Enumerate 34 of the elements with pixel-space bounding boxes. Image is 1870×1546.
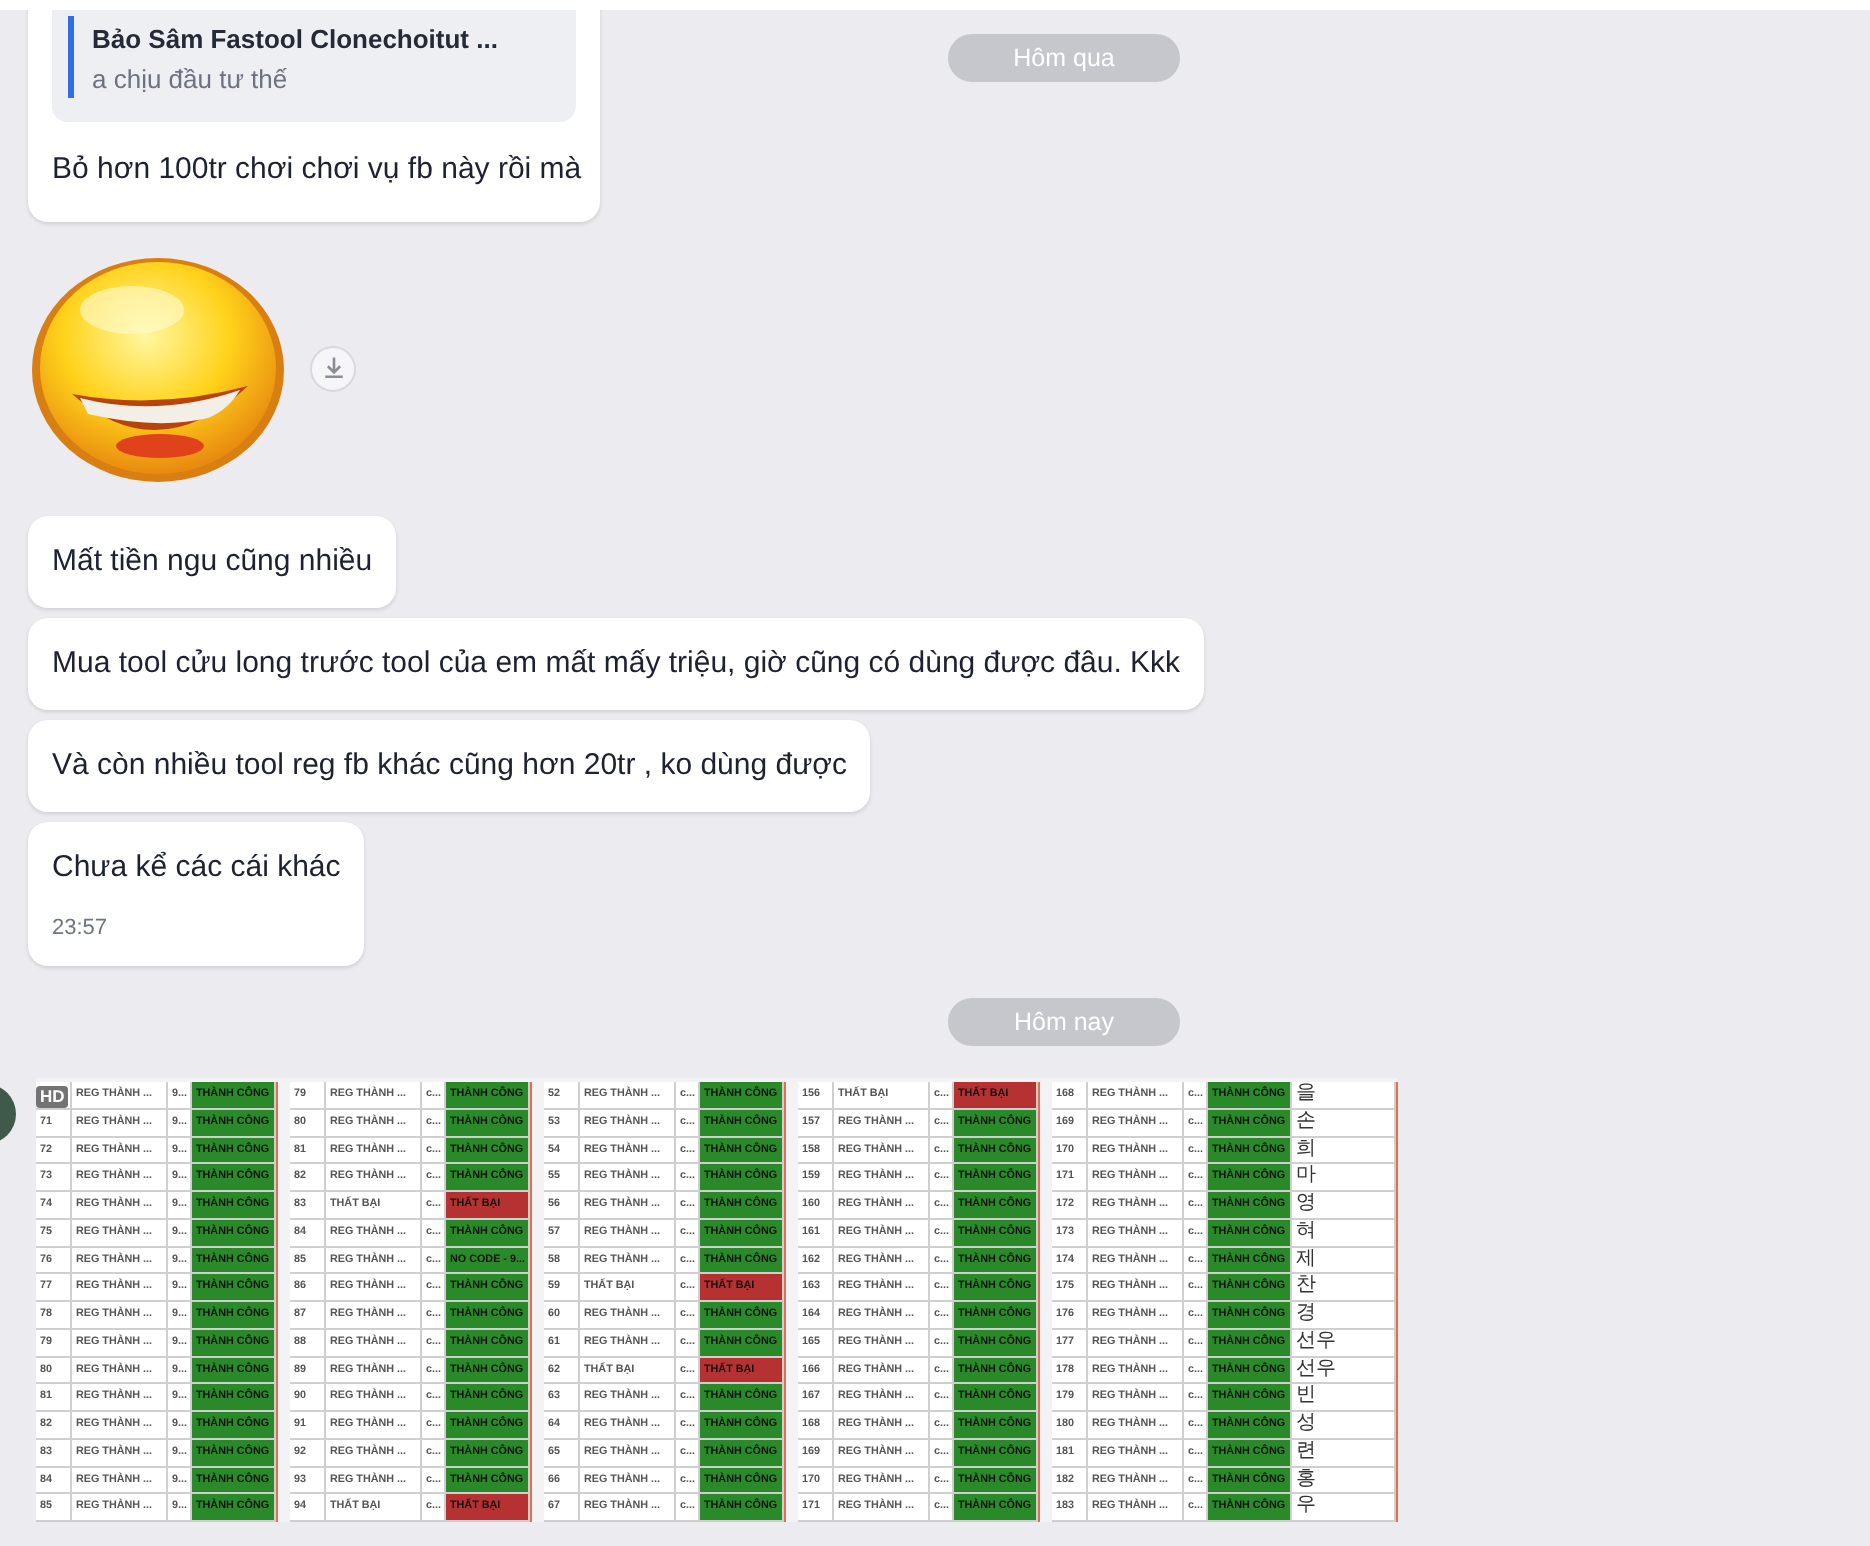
image-thumbnail[interactable] (36, 1082, 278, 1522)
quoted-reply[interactable]: Bảo Sâm Fastool Clonechoitut ... a chịu đầu tư thế (52, 10, 576, 122)
download-button[interactable] (310, 345, 356, 391)
image-thumbnail[interactable] (798, 1082, 1040, 1522)
date-separator: Hôm nay (948, 998, 1180, 1046)
image-thumbnail[interactable] (544, 1082, 786, 1522)
table-cell: 경 (1292, 1302, 1396, 1328)
table-cell: 찬 (1292, 1274, 1396, 1300)
table-cell: 손 (1292, 1109, 1396, 1135)
table-cell: 영 (1292, 1192, 1396, 1218)
table-cell: 선우 (1292, 1329, 1396, 1355)
quote-author: Bảo Sâm Fastool Clonechoitut ... (68, 16, 556, 54)
table-cell: 을 (1292, 1082, 1396, 1108)
table-cell: 빈 (1292, 1384, 1396, 1410)
message-text: Mất tiền ngu cũng nhiều (52, 542, 373, 582)
message-time: 23:57 (52, 916, 110, 940)
download-icon (319, 354, 347, 382)
table-cell: 마 (1292, 1164, 1396, 1190)
table-cell: 제 (1292, 1247, 1396, 1273)
table-cell: 성 (1292, 1412, 1396, 1438)
table-cell: 선우 (1292, 1357, 1396, 1383)
table-cell: 련 (1292, 1439, 1396, 1465)
message-text: Và còn nhiều tool reg fb khác cũng hơn 20tr , ko dùng được (52, 746, 847, 786)
table-cell: 홍 (1292, 1467, 1396, 1493)
message-text: Chưa kể các cái khác (52, 848, 341, 888)
table-cell: 우 (1292, 1494, 1396, 1520)
image-thumbnail[interactable] (1052, 1082, 1398, 1522)
table-cell: 혀 (1292, 1219, 1396, 1245)
message-text: Mua tool cửu long trước tool của em mất mấy triệu, giờ cũng có dùng được đâu. Kkk (52, 644, 1181, 684)
image-thumbnail[interactable] (290, 1082, 532, 1522)
quote-text: a chịu đầu tư thế (68, 54, 556, 98)
table-cell: 희 (1292, 1137, 1396, 1163)
date-separator: Hôm qua (948, 34, 1180, 82)
hd-badge: HD (36, 1086, 69, 1108)
